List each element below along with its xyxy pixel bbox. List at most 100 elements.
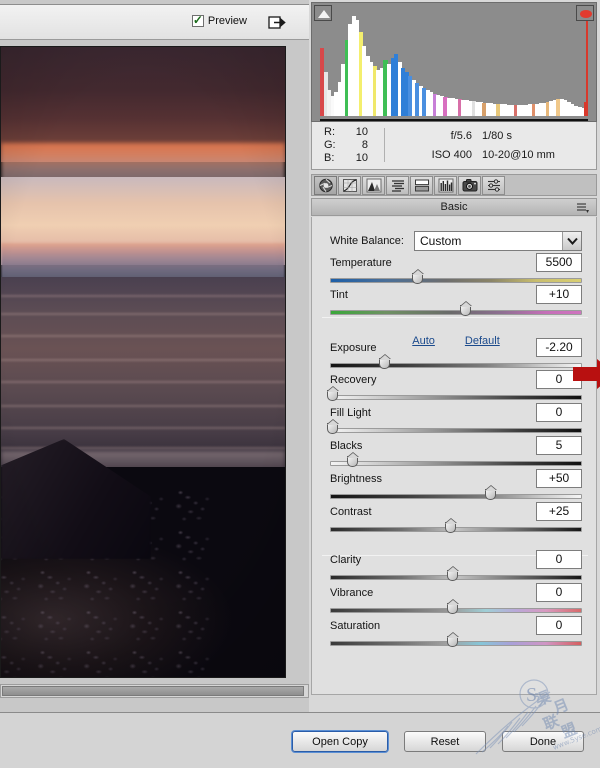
- slider-handle-vibrance[interactable]: [447, 603, 460, 616]
- slider-value-exposure[interactable]: -2.20: [536, 338, 582, 357]
- rgb-value-r: 10: [355, 126, 368, 138]
- slider-label-blacks: Blacks: [330, 440, 363, 452]
- slider-handle-fill-light[interactable]: [326, 423, 340, 436]
- done-button[interactable]: Done: [502, 731, 584, 752]
- tab-camera-calibration[interactable]: [458, 175, 481, 195]
- preview-label: Preview: [207, 15, 247, 27]
- info-divider: [384, 128, 385, 162]
- slider-value-saturation[interactable]: 0: [536, 616, 582, 635]
- image-horizontal-scrollbar[interactable]: [0, 684, 309, 698]
- rgb-label-g: G:: [324, 139, 336, 151]
- slider-track-tint[interactable]: [330, 310, 582, 315]
- histogram: [311, 2, 597, 122]
- slider-recovery[interactable]: Recovery 0: [326, 370, 582, 406]
- rgb-value-b: 10: [355, 152, 368, 164]
- slider-saturation[interactable]: Saturation 0: [330, 616, 582, 652]
- white-balance-row: White Balance: Custom: [330, 231, 582, 251]
- rgb-label-r: R:: [324, 126, 335, 138]
- image-info-readout: R: 10 G: 8 B: 10 f/5.6 1/80 s ISO 400 10-20@1…: [311, 122, 597, 170]
- exif-aperture: f/5.6: [450, 130, 472, 142]
- slider-track-temperature[interactable]: [330, 278, 582, 283]
- slider-tint[interactable]: Tint +10: [330, 285, 582, 321]
- camera-raw-window: Preview: [0, 0, 600, 768]
- slider-value-contrast[interactable]: +25: [536, 502, 582, 521]
- page-title: Basic: [440, 201, 468, 213]
- open-copy-button[interactable]: Open Copy: [292, 731, 388, 752]
- image-pane: Preview: [0, 0, 309, 768]
- slider-label-temperature: Temperature: [330, 257, 392, 269]
- slider-label-recovery: Recovery: [330, 374, 377, 386]
- basic-adjustments-panel: White Balance: Custom Auto Default Tempe…: [311, 217, 597, 695]
- slider-brightness[interactable]: Brightness +50: [330, 469, 582, 505]
- slider-value-temperature[interactable]: 5500: [536, 253, 582, 272]
- slider-track-fill-light[interactable]: [330, 428, 582, 433]
- slider-label-clarity: Clarity: [330, 554, 362, 566]
- slider-label-tint: Tint: [330, 289, 348, 301]
- slider-value-blacks[interactable]: 5: [536, 436, 582, 455]
- photo-content: [1, 47, 285, 677]
- panel-title-bar: Basic: [311, 198, 597, 216]
- slider-value-vibrance[interactable]: 0: [536, 583, 582, 602]
- slider-handle-clarity[interactable]: [447, 570, 460, 583]
- slider-fill-light[interactable]: Fill Light 0: [326, 403, 582, 439]
- histogram-highlight-spike: [586, 15, 588, 115]
- white-balance-label: White Balance:: [330, 235, 404, 247]
- tab-lens-corrections[interactable]: [434, 175, 457, 195]
- exif-readout: f/5.6 1/80 s ISO 400 10-20@10 mm: [404, 127, 588, 165]
- reset-button[interactable]: Reset: [404, 731, 486, 752]
- raw-image-preview[interactable]: [0, 46, 286, 678]
- slider-label-contrast: Contrast: [330, 506, 372, 518]
- slider-clarity[interactable]: Clarity 0: [330, 550, 582, 586]
- rgb-label-b: B:: [324, 152, 335, 164]
- slider-value-fill-light[interactable]: 0: [536, 403, 582, 422]
- white-balance-select[interactable]: Custom: [414, 231, 582, 251]
- slider-handle-blacks[interactable]: [346, 456, 360, 469]
- panel-menu-icon[interactable]: [576, 202, 590, 217]
- slider-value-brightness[interactable]: +50: [536, 469, 582, 488]
- slider-blacks[interactable]: Blacks 5: [330, 436, 582, 472]
- rgb-readout: R: 10 G: 8 B: 10: [324, 126, 368, 165]
- chevron-down-icon[interactable]: [562, 232, 581, 250]
- exif-focal-length: 10-20@10 mm: [482, 149, 555, 161]
- annotation-arrow-icon: [571, 357, 600, 391]
- slider-handle-temperature[interactable]: [412, 273, 425, 286]
- preview-checkbox[interactable]: Preview: [191, 13, 247, 27]
- slider-track-recovery[interactable]: [330, 395, 582, 400]
- exif-iso: ISO 400: [431, 149, 472, 161]
- slider-handle-contrast[interactable]: [444, 522, 458, 535]
- highlight-clipping-warning-icon[interactable]: [576, 5, 594, 21]
- tab-basic[interactable]: [314, 175, 337, 195]
- tab-presets[interactable]: [482, 175, 505, 195]
- tab-tone-curve[interactable]: [338, 175, 361, 195]
- slider-handle-brightness[interactable]: [485, 489, 498, 502]
- slider-track-blacks[interactable]: [330, 461, 582, 466]
- tab-split-toning[interactable]: [410, 175, 433, 195]
- tab-hsl-grayscale[interactable]: [386, 175, 409, 195]
- slider-label-exposure: Exposure: [330, 342, 377, 354]
- slider-label-vibrance: Vibrance: [330, 587, 374, 599]
- panel-tabstrip: [311, 174, 597, 196]
- scrollbar-thumb[interactable]: [2, 686, 304, 696]
- slider-label-fill-light: Fill Light: [330, 407, 371, 419]
- fullscreen-toggle-icon[interactable]: [267, 13, 287, 33]
- slider-value-clarity[interactable]: 0: [536, 550, 582, 569]
- slider-handle-saturation[interactable]: [447, 636, 460, 649]
- histogram-plot: [320, 14, 588, 116]
- rgb-value-g: 8: [361, 139, 368, 151]
- slider-handle-tint[interactable]: [460, 305, 473, 318]
- slider-label-brightness: Brightness: [330, 473, 382, 485]
- slider-contrast[interactable]: Contrast +25: [330, 502, 582, 538]
- slider-track-exposure[interactable]: [330, 363, 582, 368]
- slider-vibrance[interactable]: Vibrance 0: [330, 583, 582, 619]
- preview-checkbox-box[interactable]: [191, 13, 204, 27]
- exif-shutter: 1/80 s: [482, 130, 512, 142]
- slider-value-tint[interactable]: +10: [536, 285, 582, 304]
- histogram-baseline: [320, 119, 588, 121]
- slider-handle-recovery[interactable]: [326, 390, 340, 403]
- slider-label-saturation: Saturation: [330, 620, 381, 632]
- white-balance-value: Custom: [420, 234, 462, 248]
- shadow-clipping-warning-icon[interactable]: [314, 5, 332, 21]
- slider-handle-exposure[interactable]: [379, 358, 392, 371]
- tab-detail[interactable]: [362, 175, 385, 195]
- slider-track-brightness[interactable]: [330, 494, 582, 499]
